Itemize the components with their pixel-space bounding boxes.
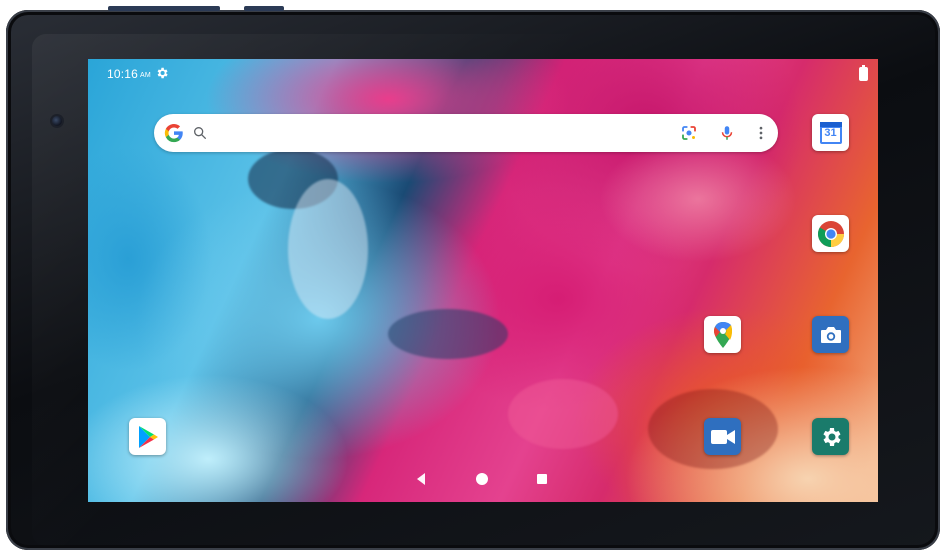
power-button [244, 6, 284, 11]
maps-app[interactable] [704, 316, 741, 353]
settings-app[interactable] [812, 418, 849, 455]
home-icon[interactable] [476, 473, 488, 485]
chrome-app[interactable] [812, 215, 849, 252]
volume-button [108, 6, 220, 11]
battery-icon [859, 65, 868, 81]
more-vert-icon[interactable] [752, 124, 770, 142]
meet-app[interactable] [704, 418, 741, 455]
recents-icon[interactable] [537, 474, 547, 484]
wallpaper-swirl [288, 179, 368, 319]
search-icon [194, 126, 206, 139]
camera-icon [820, 326, 841, 343]
settings-gear-icon [822, 427, 841, 446]
camera-app[interactable] [812, 316, 849, 353]
front-camera [52, 116, 62, 126]
home-screen: 10:16 AM 31 [88, 59, 878, 502]
lens-icon[interactable] [680, 124, 698, 142]
wallpaper-swirl [508, 379, 618, 449]
play-store-icon [138, 425, 158, 448]
status-time-value: 10:16 [107, 67, 139, 81]
back-icon[interactable] [417, 473, 425, 485]
video-camera-icon [710, 429, 735, 444]
chrome-icon [817, 220, 844, 247]
google-search-bar[interactable] [154, 114, 778, 152]
status-clock: 10:16 AM [107, 67, 151, 81]
google-g-logo [164, 123, 183, 143]
calendar-app[interactable]: 31 [812, 114, 849, 151]
mic-icon[interactable] [718, 124, 736, 142]
gear-icon [157, 67, 168, 79]
maps-icon [713, 321, 732, 348]
status-ampm: AM [140, 72, 151, 79]
wallpaper-swirl [388, 309, 508, 359]
calendar-day: 31 [824, 127, 837, 139]
play-store-app[interactable] [129, 418, 166, 455]
